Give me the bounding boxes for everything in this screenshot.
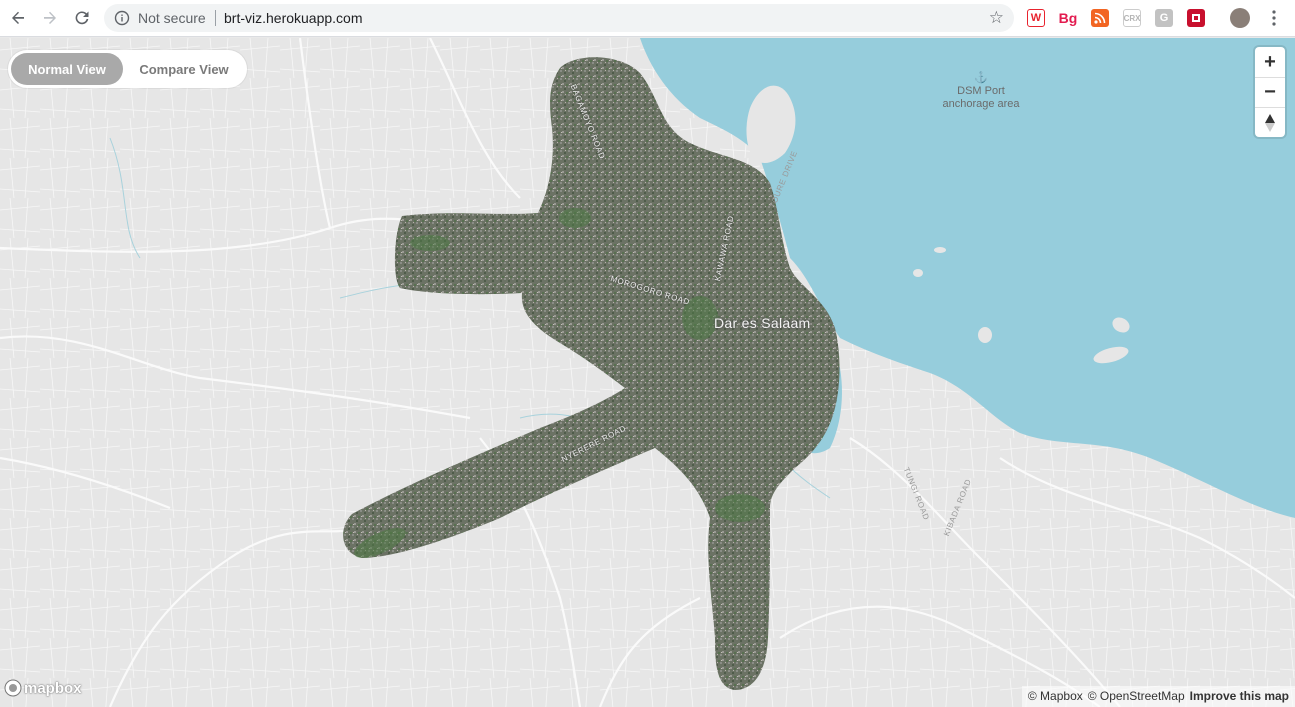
- attribution-osm-link[interactable]: © OpenStreetMap: [1088, 689, 1185, 704]
- wikipedia-extension-icon[interactable]: W: [1027, 9, 1045, 27]
- address-bar[interactable]: Not secure brt-viz.herokuapp.com ☆: [104, 4, 1014, 32]
- g-extension-icon[interactable]: G: [1155, 9, 1173, 27]
- back-button[interactable]: [6, 6, 30, 30]
- extension-label: W: [1030, 12, 1042, 24]
- map-base-layer: [0, 38, 1295, 707]
- bg-extension-icon[interactable]: Bg: [1059, 9, 1077, 27]
- attribution-mapbox-link[interactable]: © Mapbox: [1028, 689, 1083, 704]
- forward-button[interactable]: [38, 6, 62, 30]
- navigation-control: + −: [1255, 47, 1285, 137]
- extension-label: Bg: [1058, 10, 1078, 26]
- mapbox-logo[interactable]: mapbox: [4, 679, 82, 697]
- kebab-menu-icon[interactable]: [1266, 9, 1282, 27]
- info-icon[interactable]: [114, 10, 130, 31]
- minus-icon: −: [1264, 81, 1276, 103]
- forward-arrow-icon: [44, 11, 56, 24]
- reload-button[interactable]: [70, 6, 94, 30]
- url-text[interactable]: brt-viz.herokuapp.com: [224, 10, 363, 26]
- divider: [215, 10, 216, 26]
- extension-label: CRX: [1123, 13, 1141, 23]
- profile-avatar[interactable]: [1230, 8, 1250, 28]
- red-extension-icon[interactable]: [1187, 9, 1205, 27]
- city-label: Dar es Salaam: [714, 315, 811, 331]
- browser-toolbar: Not secure brt-viz.herokuapp.com ☆ W Bg …: [0, 0, 1295, 37]
- normal-view-button[interactable]: Normal View: [11, 53, 123, 85]
- port-label-line2: anchorage area: [942, 98, 1020, 110]
- reload-icon: [75, 11, 89, 25]
- mapbox-logo-icon: [4, 679, 22, 697]
- anchor-icon: ⚓: [974, 72, 988, 84]
- security-status: Not secure: [138, 10, 206, 26]
- port-label: ⚓ DSM Port anchorage area: [935, 72, 1027, 111]
- zoom-out-button[interactable]: −: [1255, 77, 1285, 107]
- plus-icon: +: [1264, 50, 1276, 73]
- rss-extension-icon[interactable]: [1091, 9, 1109, 27]
- extension-label: G: [1159, 12, 1169, 24]
- mapbox-logo-text: mapbox: [24, 679, 82, 697]
- compare-view-button[interactable]: Compare View: [128, 53, 240, 85]
- view-toggle: Normal View Compare View: [8, 50, 247, 88]
- attribution: © Mapbox © OpenStreetMap Improve this ma…: [1021, 686, 1295, 707]
- bookmark-star-icon[interactable]: ☆: [989, 8, 1004, 28]
- crx-extension-icon[interactable]: CRX: [1123, 9, 1141, 27]
- reset-north-button[interactable]: [1255, 107, 1285, 137]
- map-canvas[interactable]: ⚓ DSM Port anchorage area Dar es Salaam …: [0, 38, 1295, 707]
- zoom-in-button[interactable]: +: [1255, 47, 1285, 77]
- improve-map-link[interactable]: Improve this map: [1190, 689, 1289, 704]
- port-label-line1: DSM Port: [957, 85, 1005, 97]
- back-arrow-icon: [12, 11, 24, 24]
- compass-icon: [1265, 113, 1275, 132]
